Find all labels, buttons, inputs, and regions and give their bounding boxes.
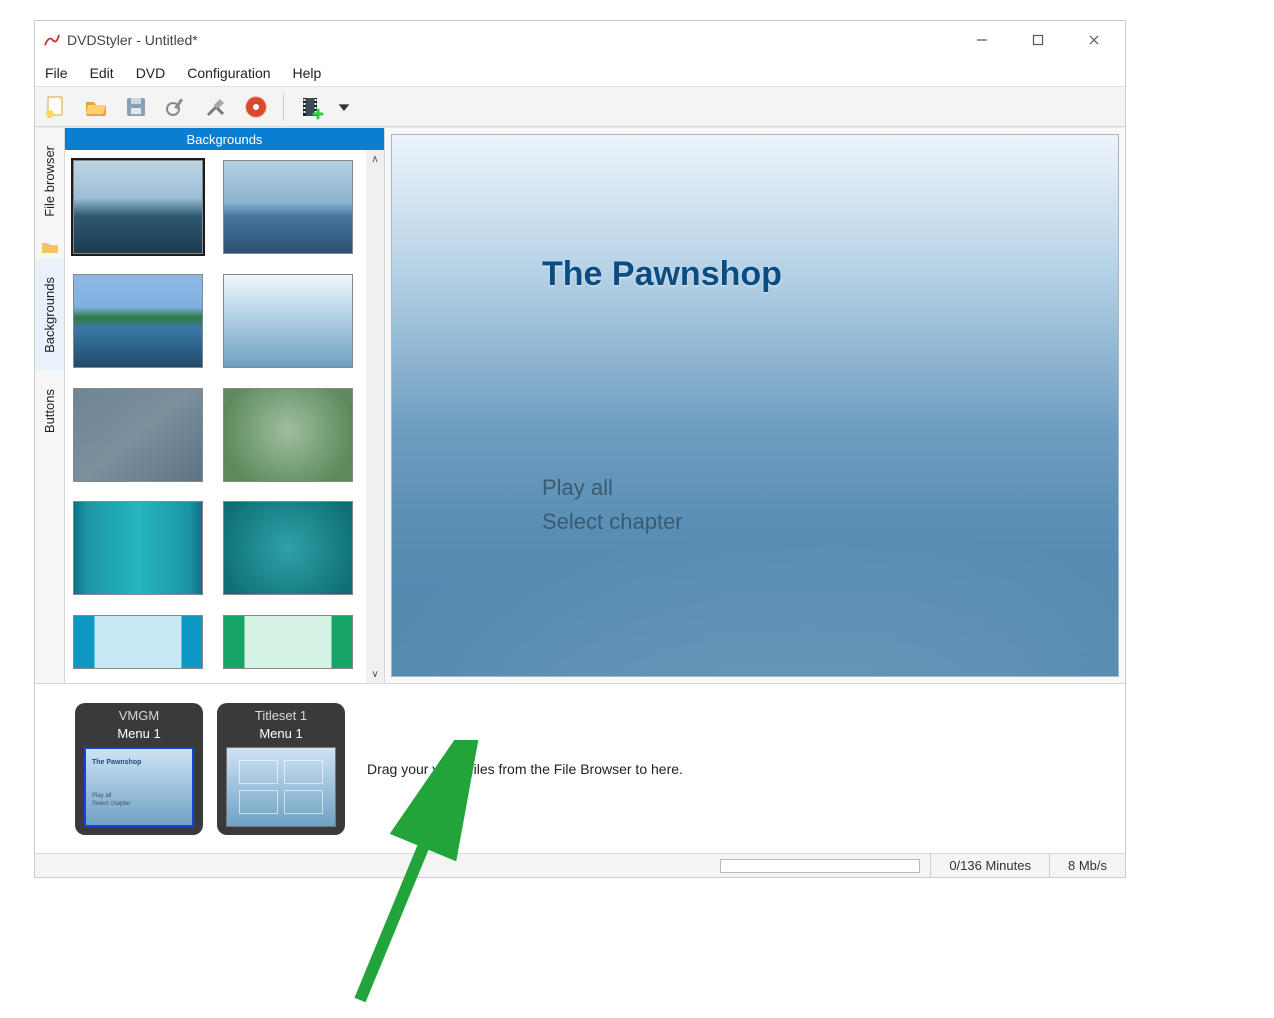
- save-project-button[interactable]: [121, 92, 151, 122]
- background-thumb[interactable]: [73, 501, 203, 595]
- menu-dvd[interactable]: DVD: [132, 63, 170, 83]
- palette-scrollbar[interactable]: ∧ ∨: [366, 150, 384, 683]
- app-icon: [43, 31, 61, 49]
- menu-title-text[interactable]: The Pawnshop: [542, 255, 782, 294]
- close-button[interactable]: [1077, 26, 1111, 54]
- background-thumb[interactable]: [223, 615, 353, 669]
- add-video-dropdown[interactable]: [336, 92, 352, 122]
- project-settings-button[interactable]: [161, 92, 191, 122]
- background-thumb[interactable]: [223, 501, 353, 595]
- app-window: DVDStyler - Untitled* File Edit DVD Conf…: [34, 20, 1126, 878]
- background-thumb[interactable]: [73, 160, 203, 254]
- timeline-card-vmgm[interactable]: VMGM Menu 1 The Pawnshop Play all Select…: [75, 703, 203, 835]
- menu-play-all-button[interactable]: Play all: [542, 475, 613, 501]
- background-thumb[interactable]: [223, 274, 353, 368]
- vertical-tabs: File browser Backgrounds Buttons: [35, 128, 65, 683]
- timeline[interactable]: VMGM Menu 1 The Pawnshop Play all Select…: [35, 683, 1125, 853]
- statusbar: 0/136 Minutes 8 Mb/s: [35, 853, 1125, 877]
- timeline-card-menu-label: Menu 1: [259, 725, 302, 743]
- status-minutes: 0/136 Minutes: [930, 854, 1049, 877]
- timeline-card-titleset1[interactable]: Titleset 1 Menu 1: [217, 703, 345, 835]
- progress-bar: [720, 859, 920, 873]
- timeline-card-menu-label: Menu 1: [117, 725, 160, 743]
- window-controls: [965, 26, 1117, 54]
- open-project-button[interactable]: [81, 92, 111, 122]
- background-thumbnails: [65, 150, 366, 683]
- status-bitrate: 8 Mb/s: [1049, 854, 1125, 877]
- titlebar: DVDStyler - Untitled*: [35, 21, 1125, 59]
- add-video-button[interactable]: [296, 92, 326, 122]
- timeline-drop-hint: Drag your video files from the File Brow…: [367, 761, 683, 777]
- menubar: File Edit DVD Configuration Help: [35, 59, 1125, 87]
- scroll-up-icon[interactable]: ∧: [366, 150, 384, 168]
- mini-line: Play all: [92, 793, 111, 799]
- minimize-button[interactable]: [965, 26, 999, 54]
- mini-line: Select chapter: [92, 801, 130, 807]
- menu-configuration[interactable]: Configuration: [183, 63, 274, 83]
- menu-file[interactable]: File: [41, 63, 72, 83]
- background-thumb[interactable]: [73, 615, 203, 669]
- backgrounds-palette: Backgrounds ∧ ∨: [65, 128, 385, 683]
- palette-header: Backgrounds: [65, 128, 384, 150]
- background-thumb[interactable]: [223, 160, 353, 254]
- mini-title: The Pawnshop: [92, 759, 141, 766]
- background-thumb[interactable]: [73, 388, 203, 482]
- options-button[interactable]: [201, 92, 231, 122]
- tab-backgrounds-label: Backgrounds: [42, 277, 57, 353]
- menu-canvas[interactable]: The Pawnshop Play all Select chapter: [391, 134, 1119, 677]
- menu-select-chapter-button[interactable]: Select chapter: [542, 509, 683, 535]
- folder-indicator-icon: [35, 235, 64, 259]
- menu-preview: The Pawnshop Play all Select chapter: [385, 128, 1125, 683]
- mini-chapter-grid-icon: [227, 748, 335, 826]
- background-thumb[interactable]: [223, 388, 353, 482]
- timeline-card-label: VMGM: [119, 707, 159, 725]
- work-area: File browser Backgrounds Buttons Backgro…: [35, 127, 1125, 683]
- tab-file-browser-label: File browser: [42, 146, 57, 217]
- burn-disc-button[interactable]: [241, 92, 271, 122]
- scroll-down-icon[interactable]: ∨: [366, 665, 384, 683]
- menu-help[interactable]: Help: [289, 63, 326, 83]
- maximize-button[interactable]: [1021, 26, 1055, 54]
- timeline-thumb[interactable]: [226, 747, 336, 827]
- toolbar: [35, 87, 1125, 127]
- tab-buttons-label: Buttons: [42, 389, 57, 433]
- timeline-thumb[interactable]: The Pawnshop Play all Select chapter: [84, 747, 194, 827]
- background-thumb[interactable]: [73, 274, 203, 368]
- tab-buttons[interactable]: Buttons: [35, 371, 64, 451]
- timeline-card-label: Titleset 1: [255, 707, 307, 725]
- new-project-button[interactable]: [41, 92, 71, 122]
- window-title: DVDStyler - Untitled*: [67, 32, 965, 48]
- tab-backgrounds[interactable]: Backgrounds: [35, 259, 64, 371]
- menu-edit[interactable]: Edit: [86, 63, 118, 83]
- tab-file-browser[interactable]: File browser: [35, 128, 64, 235]
- toolbar-separator: [283, 93, 284, 121]
